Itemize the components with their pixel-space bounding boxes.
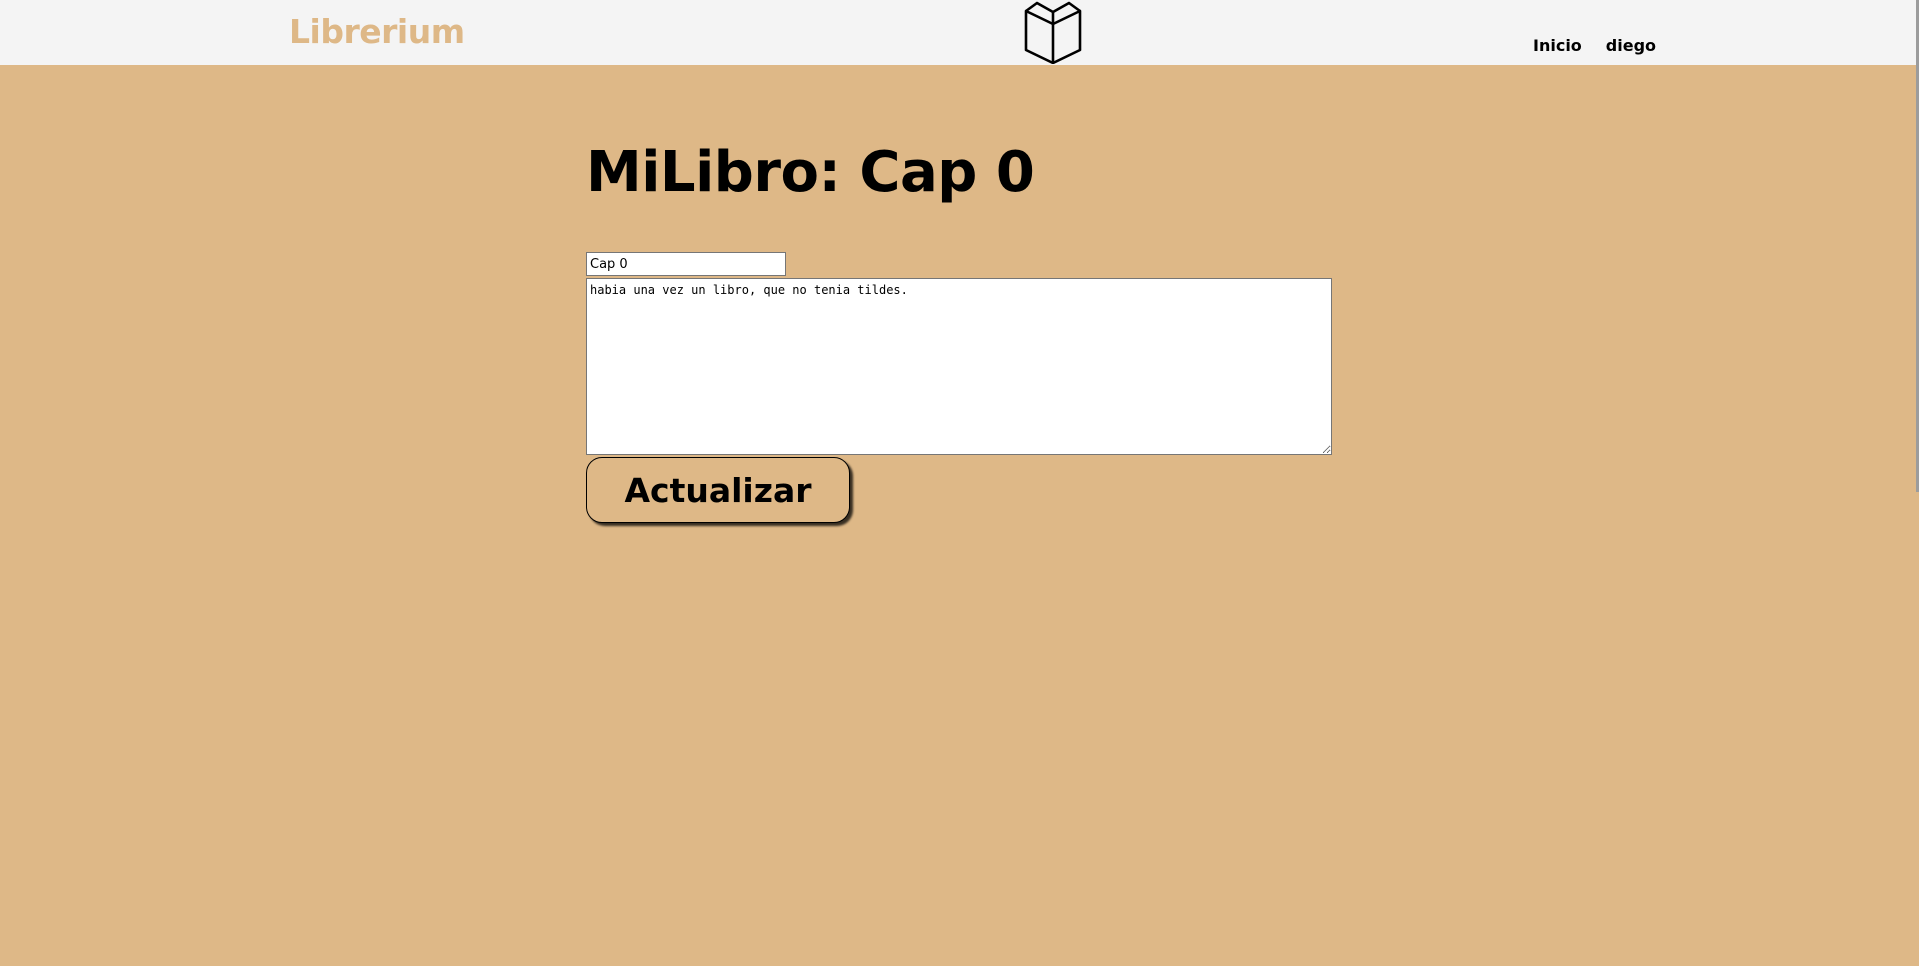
update-button[interactable]: Actualizar — [586, 457, 850, 523]
chapter-title-input[interactable] — [586, 252, 786, 276]
brand-logo-text[interactable]: Librerium — [289, 12, 465, 51]
nav-link-inicio[interactable]: Inicio — [1533, 36, 1582, 55]
page-title: MiLibro: Cap 0 — [586, 140, 1035, 205]
nav-link-user[interactable]: diego — [1606, 36, 1656, 55]
chapter-content-textarea[interactable]: habia una vez un libro, que no tenia til… — [586, 278, 1332, 455]
navbar: Librerium Inicio diego — [0, 0, 1919, 65]
nav-links: Inicio diego — [1533, 36, 1656, 55]
open-book-icon — [1023, 1, 1083, 65]
